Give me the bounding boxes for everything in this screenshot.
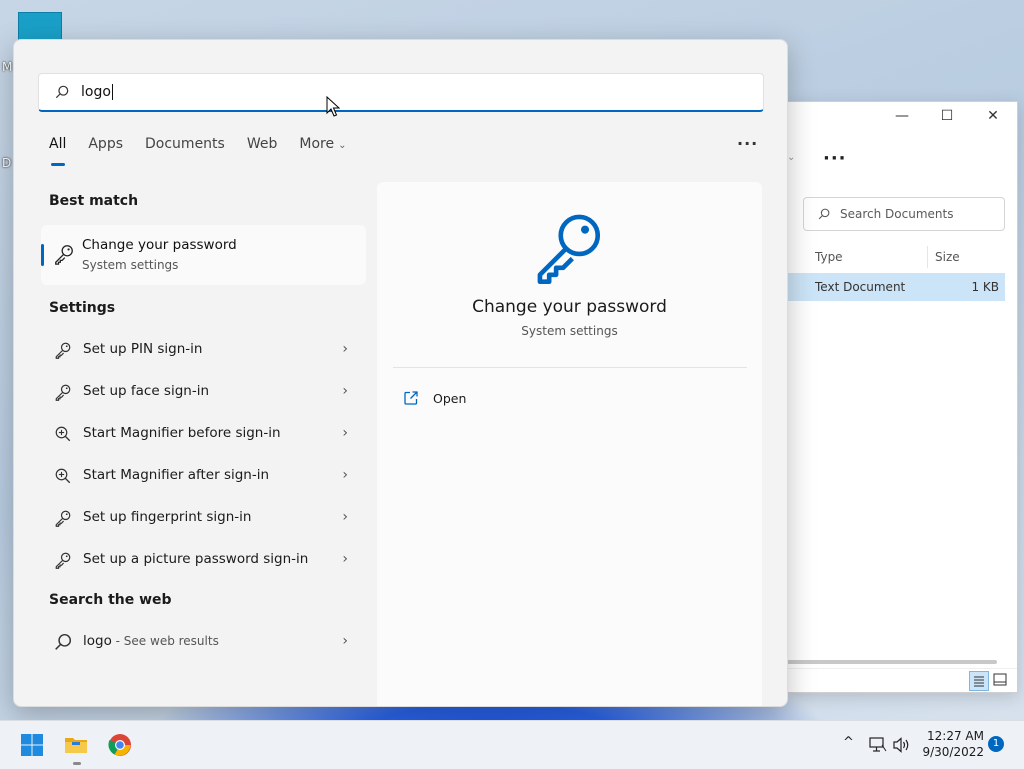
chevron-right-icon[interactable]: › xyxy=(342,341,348,357)
settings-item-pin[interactable]: Set up PIN sign-in › xyxy=(41,332,366,368)
open-external-icon xyxy=(404,391,418,405)
chevron-right-icon[interactable]: › xyxy=(342,425,348,441)
chrome-icon[interactable] xyxy=(108,733,132,757)
column-header-type[interactable]: Type xyxy=(815,250,843,264)
settings-item-label: Set up face sign-in xyxy=(83,383,210,399)
best-match-result[interactable]: Change your password System settings xyxy=(41,225,366,285)
best-match-subtitle: System settings xyxy=(82,258,179,272)
chevron-right-icon[interactable]: › xyxy=(342,633,348,649)
column-header-size[interactable]: Size xyxy=(935,250,960,264)
chevron-right-icon[interactable]: › xyxy=(342,467,348,483)
search-web-heading: Search the web xyxy=(49,592,172,608)
file-size: 1 KB xyxy=(971,280,999,294)
notification-badge[interactable]: 1 xyxy=(988,736,1004,752)
settings-item-fingerprint[interactable]: Set up fingerprint sign-in › xyxy=(41,500,366,536)
settings-item-label: Set up fingerprint sign-in xyxy=(83,509,252,525)
web-search-result[interactable]: logo - See web results › xyxy=(41,624,366,660)
open-action[interactable]: Open xyxy=(403,387,466,409)
chevron-right-icon[interactable]: › xyxy=(342,383,348,399)
key-icon xyxy=(55,552,71,569)
column-headers: Type Size xyxy=(787,242,1007,270)
tab-apps[interactable]: Apps xyxy=(88,136,123,166)
see-more-button[interactable]: ··· xyxy=(823,148,847,169)
preview-subtitle: System settings xyxy=(521,324,618,338)
chevron-right-icon[interactable]: › xyxy=(342,551,348,567)
settings-heading: Settings xyxy=(49,300,116,316)
status-bar xyxy=(787,668,1017,693)
file-explorer-icon[interactable] xyxy=(64,733,88,757)
divider xyxy=(393,367,747,368)
desktop-icon[interactable] xyxy=(18,12,62,42)
tab-more[interactable]: More ⌄ xyxy=(299,136,346,166)
magnifier-icon xyxy=(55,468,71,484)
tab-web[interactable]: Web xyxy=(247,136,278,166)
network-icon[interactable] xyxy=(869,737,887,753)
key-icon xyxy=(55,384,71,401)
settings-item-label: Start Magnifier before sign-in xyxy=(83,425,281,441)
minimize-button[interactable]: — xyxy=(887,108,917,124)
windows-start-icon[interactable] xyxy=(20,733,44,757)
explorer-search-placeholder: Search Documents xyxy=(840,207,954,221)
settings-item-magnifier-before[interactable]: Start Magnifier before sign-in › xyxy=(41,416,366,452)
clock-time: 12:27 AM xyxy=(927,729,984,743)
search-icon xyxy=(818,208,830,220)
search-icon xyxy=(55,85,69,99)
key-icon xyxy=(537,214,601,284)
mouse-cursor-icon xyxy=(326,96,340,117)
settings-item-label: Start Magnifier after sign-in xyxy=(83,467,270,483)
key-icon xyxy=(55,510,71,527)
running-indicator xyxy=(73,762,81,765)
maximize-button[interactable]: ☐ xyxy=(932,108,962,124)
search-input[interactable]: logo xyxy=(38,73,764,112)
file-explorer-window: — ☐ ✕ ⌄ ··· Search Documents Type Size T… xyxy=(786,101,1018,693)
details-view-button[interactable] xyxy=(969,671,989,691)
settings-item-label: Set up a picture password sign-in xyxy=(83,551,309,567)
search-icon xyxy=(55,633,72,650)
search-query: logo xyxy=(81,84,113,100)
chevron-down-icon[interactable]: ⌄ xyxy=(787,152,795,163)
open-label: Open xyxy=(433,390,467,406)
settings-item-picture-password[interactable]: Set up a picture password sign-in › xyxy=(41,542,366,578)
taskbar: ^ 12:27 AM 9/30/2022 1 xyxy=(0,720,1024,769)
horizontal-scrollbar[interactable] xyxy=(787,660,997,664)
start-search-panel: logo All Apps Documents Web More ⌄ ··· Be… xyxy=(13,39,788,707)
result-preview-pane: Change your password System settings Ope… xyxy=(377,182,762,706)
web-search-label: logo - See web results xyxy=(83,633,219,649)
settings-item-face[interactable]: Set up face sign-in › xyxy=(41,374,366,410)
tab-all[interactable]: All xyxy=(49,136,66,166)
file-row[interactable]: Text Document 1 KB xyxy=(787,273,1005,301)
desktop-icon-label[interactable]: M xyxy=(2,60,12,74)
magnifier-icon xyxy=(55,426,71,442)
volume-icon[interactable] xyxy=(893,737,911,753)
key-icon xyxy=(55,342,71,359)
system-clock[interactable]: 12:27 AM 9/30/2022 xyxy=(918,728,984,760)
key-icon xyxy=(55,245,73,265)
explorer-search-input[interactable]: Search Documents xyxy=(803,197,1005,231)
clock-date: 9/30/2022 xyxy=(922,745,984,759)
list-view-icon xyxy=(974,676,984,687)
best-match-title: Change your password xyxy=(82,237,237,253)
chevron-down-icon: ⌄ xyxy=(338,140,347,151)
tiles-view-button[interactable] xyxy=(991,671,1011,691)
column-divider[interactable] xyxy=(927,246,928,268)
file-type: Text Document xyxy=(815,280,906,294)
selection-indicator xyxy=(41,244,44,266)
tab-documents[interactable]: Documents xyxy=(145,136,225,166)
settings-item-magnifier-after[interactable]: Start Magnifier after sign-in › xyxy=(41,458,366,494)
settings-item-label: Set up PIN sign-in xyxy=(83,341,203,357)
preview-title: Change your password xyxy=(472,297,667,317)
close-button[interactable]: ✕ xyxy=(978,108,1008,124)
desktop-icon-label[interactable]: D xyxy=(2,156,11,170)
chevron-right-icon[interactable]: › xyxy=(342,509,348,525)
tile-view-icon xyxy=(993,673,1007,686)
best-match-heading: Best match xyxy=(49,193,139,209)
search-filter-tabs: All Apps Documents Web More ⌄ xyxy=(49,136,368,166)
chevron-up-icon[interactable]: ^ xyxy=(843,735,854,750)
options-menu-button[interactable]: ··· xyxy=(737,134,758,153)
